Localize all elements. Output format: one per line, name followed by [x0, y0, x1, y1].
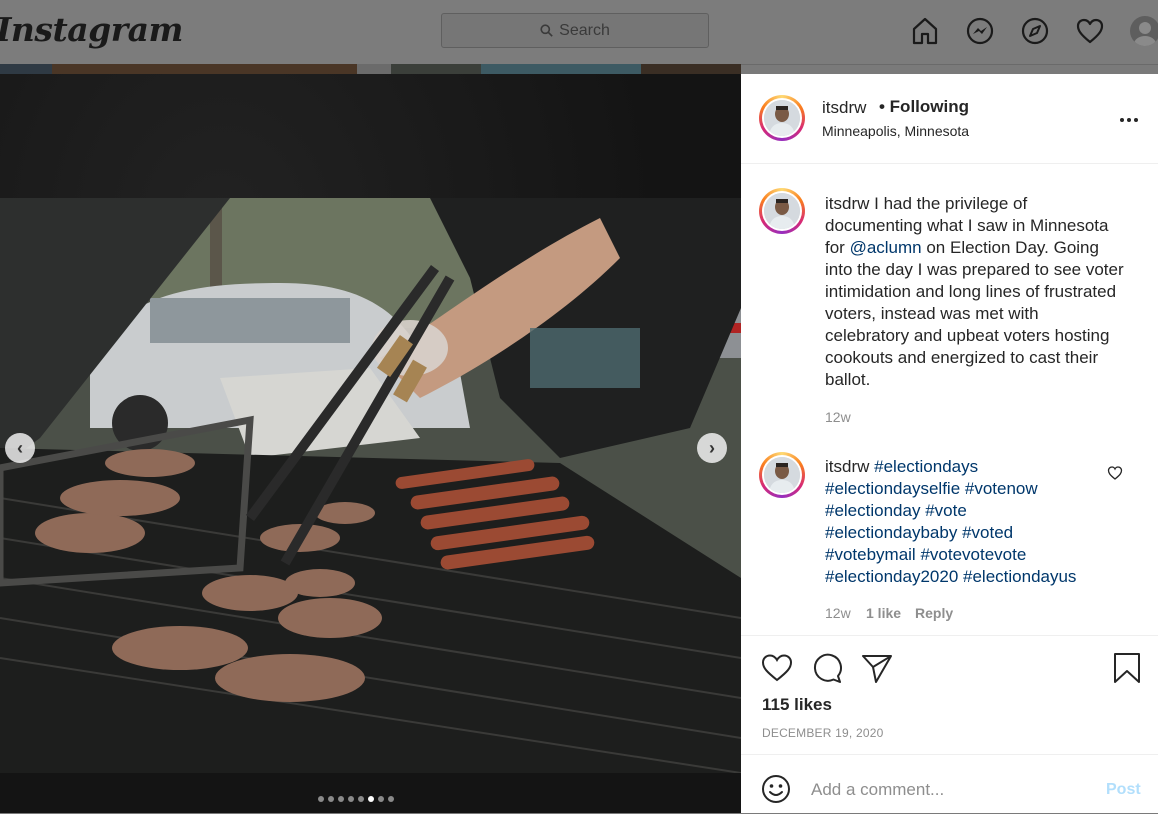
- carousel-dot: [348, 796, 354, 802]
- hashtag[interactable]: #electionday2020: [825, 567, 958, 586]
- post-date[interactable]: DECEMBER 19, 2020: [762, 726, 883, 740]
- comment-like-count[interactable]: 1 like: [866, 605, 901, 621]
- grilling-photo: [0, 198, 741, 773]
- save-bookmark-icon[interactable]: [1111, 652, 1143, 684]
- hashtag[interactable]: #votebymail: [825, 545, 916, 564]
- carousel-dot-active: [368, 796, 374, 802]
- profile-avatar[interactable]: [1130, 16, 1158, 46]
- like-count[interactable]: 115 likes: [762, 695, 832, 715]
- hashtag[interactable]: #electiondaybaby: [825, 523, 957, 542]
- comment-reply-button[interactable]: Reply: [915, 605, 953, 621]
- caption-username[interactable]: itsdrw: [825, 194, 869, 213]
- carousel-dot: [338, 796, 344, 802]
- caption-time[interactable]: 12w: [825, 409, 851, 425]
- post-details-panel: itsdrw • Following Minneapolis, Minnesot…: [741, 74, 1158, 813]
- explore-icon[interactable]: [1020, 16, 1050, 46]
- comment-avatar[interactable]: [759, 452, 805, 498]
- more-options-icon[interactable]: [1118, 109, 1140, 131]
- hashtag[interactable]: #electiondays: [874, 457, 978, 476]
- search-icon: [540, 24, 553, 37]
- post-caption: itsdrw I had the privilege of documentin…: [825, 193, 1125, 391]
- caption-text-2: on Election Day. Going into the day I wa…: [825, 238, 1124, 389]
- emoji-smiley-icon[interactable]: [761, 774, 791, 804]
- carousel-dot: [318, 796, 324, 802]
- messenger-icon[interactable]: [965, 16, 995, 46]
- post-comment-button[interactable]: Post: [1106, 781, 1141, 799]
- activity-heart-icon[interactable]: [1075, 16, 1105, 46]
- top-navigation: Instagram Search: [0, 0, 1158, 65]
- hashtag[interactable]: #vote: [925, 501, 967, 520]
- search-placeholder: Search: [559, 21, 610, 39]
- author-username[interactable]: itsdrw: [822, 98, 866, 118]
- carousel-dot: [328, 796, 334, 802]
- post-location[interactable]: Minneapolis, Minnesota: [822, 123, 969, 139]
- post-media-area: ‹ ›: [0, 74, 741, 813]
- caption-mention[interactable]: @aclumn: [850, 238, 922, 257]
- hashtag[interactable]: #electiondayselfie: [825, 479, 960, 498]
- hashtag[interactable]: #votevotevote: [920, 545, 1026, 564]
- search-box[interactable]: Search: [441, 13, 709, 48]
- comment-username[interactable]: itsdrw: [825, 457, 869, 476]
- carousel-dot: [378, 796, 384, 802]
- carousel-dot: [388, 796, 394, 802]
- like-heart-icon[interactable]: [761, 652, 793, 684]
- add-comment-bar: Post: [741, 754, 1158, 814]
- hashtag[interactable]: #votenow: [965, 479, 1038, 498]
- hashtag[interactable]: #electionday: [825, 501, 920, 520]
- hashtag[interactable]: #voted: [962, 523, 1013, 542]
- post-photo: [0, 198, 741, 773]
- comment-time[interactable]: 12w: [825, 605, 851, 621]
- carousel-dot: [358, 796, 364, 802]
- following-status[interactable]: • Following: [879, 97, 969, 117]
- author-avatar[interactable]: [759, 95, 805, 141]
- actions-divider: [741, 635, 1158, 636]
- hashtag[interactable]: #electiondayus: [963, 567, 1076, 586]
- comment-body: itsdrw #electiondays #electiondayselfie #…: [825, 456, 1095, 588]
- carousel-prev-button[interactable]: ‹: [5, 433, 35, 463]
- caption-avatar[interactable]: [759, 188, 805, 234]
- instagram-logo[interactable]: Instagram: [0, 10, 183, 49]
- comment-like-heart-icon[interactable]: [1107, 465, 1123, 481]
- header-divider: [741, 163, 1158, 164]
- carousel-indicator: [318, 796, 394, 802]
- background-thumbnails: [0, 64, 741, 74]
- comment-bubble-icon[interactable]: [811, 652, 843, 684]
- carousel-next-button[interactable]: ›: [697, 433, 727, 463]
- add-comment-input[interactable]: [811, 779, 1081, 801]
- share-paper-plane-icon[interactable]: [861, 652, 893, 684]
- home-icon[interactable]: [910, 16, 940, 46]
